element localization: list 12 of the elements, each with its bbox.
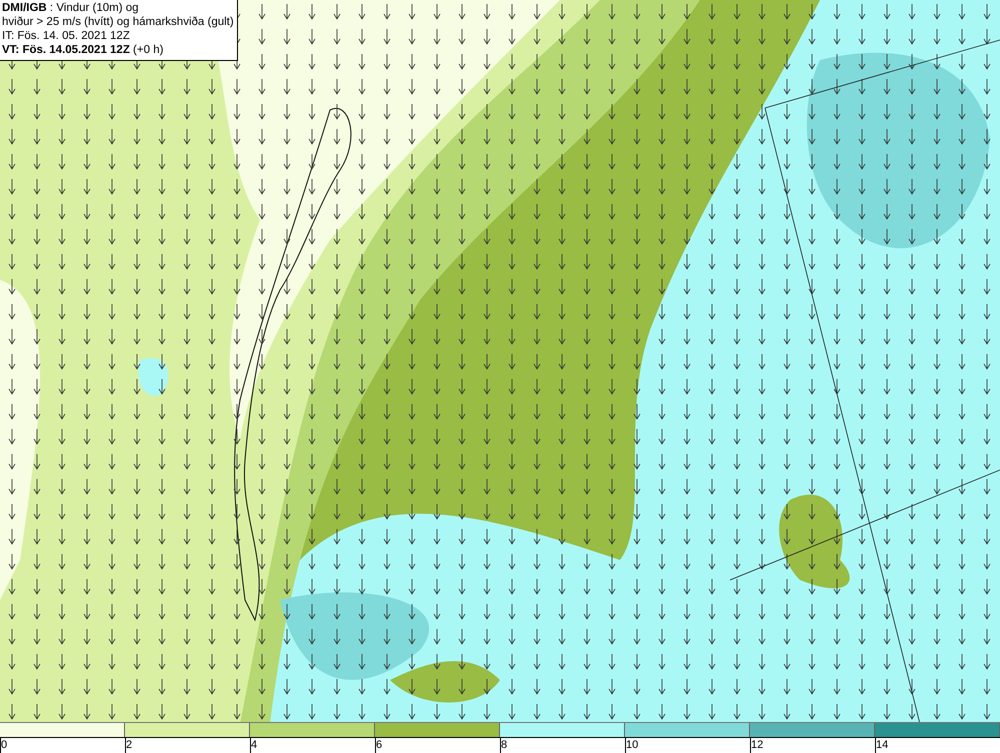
legend-label: 14: [876, 739, 888, 752]
caption-line: IT: Fös. 14. 05. 2021 12Z: [2, 29, 131, 43]
legend-label: 12: [751, 739, 764, 752]
legend-label: 8: [501, 739, 508, 752]
caption-line: DMI/IGB : Vindur (10m) og: [2, 1, 140, 15]
caption-line: VT: Fös. 14.05.2021 12Z (+0 h): [2, 43, 164, 57]
caption-line: hviður > 25 m/s (hvítt) og hámarkshviða (gult): [2, 15, 234, 29]
legend-label: 10: [626, 739, 638, 752]
legend-label: 6: [376, 739, 382, 752]
legend-label: 2: [126, 739, 132, 752]
legend-label: 4: [251, 739, 258, 752]
legend-label: 0: [1, 739, 8, 752]
